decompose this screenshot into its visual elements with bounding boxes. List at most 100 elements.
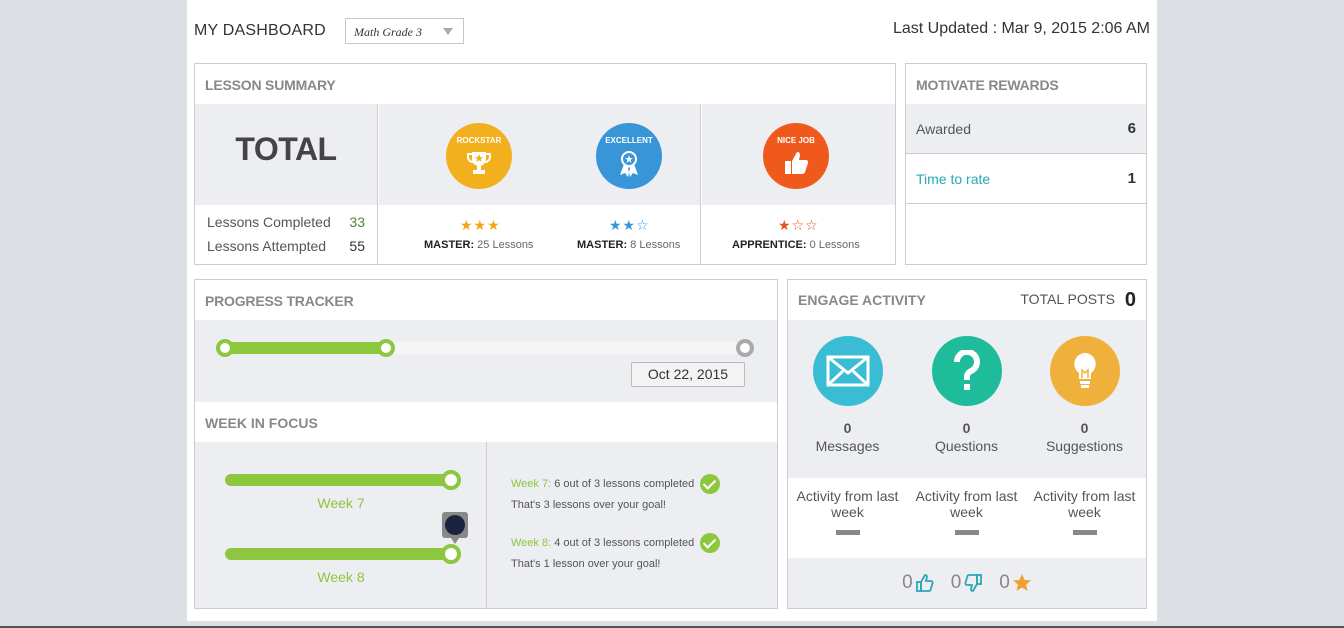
thumbs-down-icon (964, 574, 983, 592)
excellent-badge[interactable]: EXCELLENT (596, 123, 662, 189)
time-to-rate-value: 1 (1127, 170, 1136, 187)
lessons-attempted-label: Lessons Attempted (207, 238, 327, 254)
rockstar-level-name: MASTER: (424, 239, 475, 251)
engage-activity-title: ENGAGE ACTIVITY (798, 292, 926, 308)
nice-job-stars: ★☆☆ (778, 217, 819, 233)
messages-activity-label: Activity from last week (796, 488, 899, 520)
excellent-lessons: 8 Lessons (630, 239, 681, 251)
week-8-bar-end (441, 544, 461, 564)
thumbs-up-icon (915, 574, 934, 592)
dislikes-count: 0 (950, 572, 962, 593)
suggestions-activity-label: Activity from last week (1033, 488, 1136, 520)
top-bar: MY DASHBOARD Math Grade 3 Last Updated :… (187, 0, 1157, 60)
progress-tracker-panel: PROGRESS TRACKER Oct 22, 2015 WEEK IN FO… (194, 279, 778, 609)
target-date: Oct 22, 2015 (631, 362, 745, 387)
nice-job-level: APPRENTICE: 0 Lessons (732, 239, 860, 251)
progress-tracker-title: PROGRESS TRACKER (205, 293, 354, 309)
lesson-stats: Lessons Completed 33 Lessons Attempted 5… (195, 205, 377, 271)
engage-footer: 0 0 0 (788, 558, 1146, 608)
week-7-summary-text: 6 out of 3 lessons completed (554, 478, 695, 490)
avatar (442, 512, 468, 544)
rockstar-stars: ★★★ (460, 217, 501, 233)
dashboard-page: MY DASHBOARD Math Grade 3 Last Updated :… (187, 0, 1157, 621)
lesson-summary-title: LESSON SUMMARY (205, 77, 336, 93)
suggestions-count: 0 (1080, 420, 1089, 436)
last-updated: Last Updated : Mar 9, 2015 2:06 AM (892, 20, 1150, 37)
excellent-level: MASTER: 8 Lessons (577, 239, 680, 251)
envelope-glyph (826, 355, 869, 387)
questions-count: 0 (962, 420, 971, 436)
questions-item[interactable]: 0 Questions (907, 320, 1026, 454)
week-7-prefix: Week 7: (511, 478, 552, 490)
dislikes[interactable]: 0 (951, 572, 984, 594)
progress-start-dot (216, 339, 234, 357)
week-8-summary-line: Week 8: 4 out of 3 lessons completed (511, 533, 721, 553)
progress-fill (225, 342, 386, 354)
messages-item[interactable]: 0 Messages (788, 320, 907, 454)
week-7-summary-line: Week 7: 6 out of 3 lessons completed (511, 474, 721, 494)
lightbulb-icon (1049, 336, 1120, 406)
likes-count: 0 (902, 572, 913, 593)
engage-activity-header: ENGAGE ACTIVITY TOTAL POSTS 0 (788, 280, 1146, 320)
week-7-bar-end (441, 470, 461, 490)
rockstar-lessons: 25 Lessons (477, 239, 534, 251)
week-8-bar (225, 544, 461, 564)
excellent-stars: ★★☆ (609, 217, 650, 233)
lessons-attempted-value: 55 (349, 238, 365, 254)
nice-job-lessons: 0 Lessons (809, 239, 860, 251)
chevron-down-icon (443, 28, 453, 35)
total-posts: TOTAL POSTS 0 (1020, 289, 1136, 312)
time-to-rate-row: Time to rate 1 (906, 154, 1146, 204)
week-bars: Week 7 Week 8 (195, 442, 487, 608)
questions-label: Questions (934, 438, 999, 454)
envelope-icon (812, 336, 883, 406)
time-to-rate-link[interactable]: Time to rate (916, 171, 990, 187)
ribbon-icon (620, 151, 638, 177)
week-8-prefix: Week 8: (511, 537, 552, 549)
lessons-completed-value: 33 (349, 214, 365, 230)
nice-job-badge[interactable]: NICE JOB (763, 123, 829, 189)
check-icon (700, 474, 721, 494)
rockstar-level: MASTER: 25 Lessons (424, 239, 533, 251)
progress-track-area: Oct 22, 2015 (195, 320, 777, 402)
total-posts-label: TOTAL POSTS (1020, 290, 1115, 307)
total-label: TOTAL (195, 104, 377, 205)
engage-icons: 0 Messages 0 Questions 0 Suggestions (788, 320, 1146, 478)
questions-activity-label: Activity from last week (915, 488, 1018, 520)
question-icon (931, 336, 1002, 406)
suggestions-activity-dash (1072, 530, 1097, 535)
grade-select[interactable]: Math Grade 3 (345, 18, 464, 44)
questions-activity-dash (954, 530, 979, 535)
week-7-label: Week 7 (317, 495, 365, 511)
motivate-rewards-title: MOTIVATE REWARDS (916, 77, 1059, 93)
progress-current-dot[interactable] (377, 339, 395, 357)
check-icon (700, 533, 721, 553)
activity-last-week: Activity from last week Activity from la… (788, 478, 1146, 558)
awarded-row: Awarded 6 (906, 104, 1146, 154)
thumbs-up-icon (785, 152, 809, 174)
week-8-label: Week 8 (317, 569, 365, 585)
messages-activity: Activity from last week (788, 488, 907, 535)
awarded-value: 6 (1127, 120, 1136, 137)
rockstar-badge[interactable]: ROCKSTAR (446, 123, 512, 189)
suggestions-label: Suggestions (1045, 438, 1124, 454)
total-posts-value: 0 (1124, 288, 1136, 311)
suggestions-item[interactable]: 0 Suggestions (1025, 320, 1144, 454)
excellent-level-name: MASTER: (577, 239, 628, 251)
awarded-label: Awarded (916, 120, 972, 137)
week-in-focus-title: WEEK IN FOCUS (195, 402, 777, 442)
likes[interactable]: 0 (902, 572, 935, 594)
week-8-summary-text: 4 out of 3 lessons completed (554, 537, 695, 549)
page-title: MY DASHBOARD (194, 22, 326, 39)
week-7-summary: Week 7: 6 out of 3 lessons completed Tha… (511, 474, 721, 514)
lessons-completed-row: Lessons Completed 33 (207, 214, 365, 238)
lessons-completed-label: Lessons Completed (207, 214, 331, 230)
stars[interactable]: 0 (999, 572, 1032, 594)
week-8-summary: Week 8: 4 out of 3 lessons completed Tha… (511, 533, 721, 573)
master-badges-column: ROCKSTAR EXCELLENT ★★★ MASTER: 25 Lesson… (379, 104, 701, 265)
question-glyph (953, 350, 980, 390)
nice-job-badge-label: NICE JOB (777, 136, 815, 145)
engage-activity-panel: ENGAGE ACTIVITY TOTAL POSTS 0 0 Messages (787, 279, 1147, 609)
progress-end-dot (736, 339, 754, 357)
apprentice-badges-column: NICE JOB ★☆☆ APPRENTICE: 0 Lessons (702, 104, 895, 265)
